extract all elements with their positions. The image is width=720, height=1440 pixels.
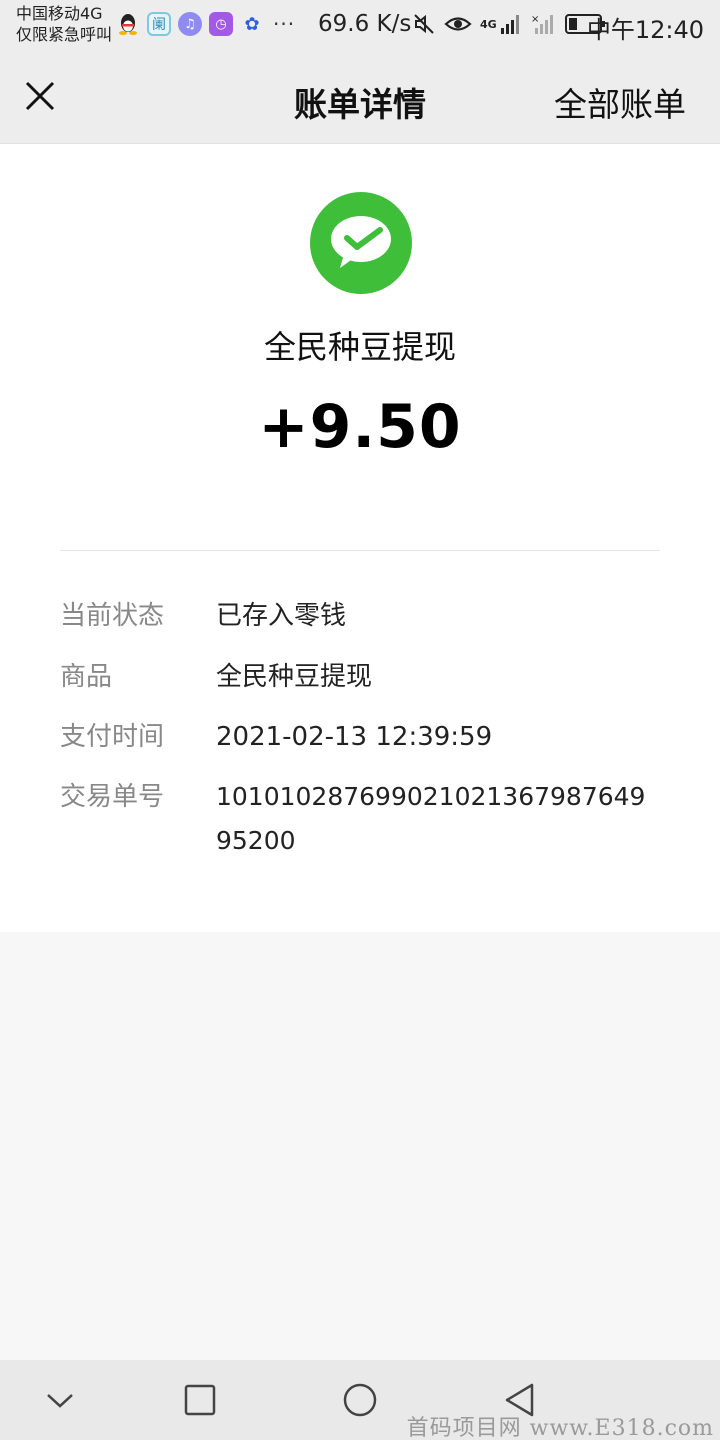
network-type-label: 4G: [480, 17, 497, 31]
carrier-status: 仅限紧急呼叫: [16, 25, 113, 44]
detail-value: 已存入零钱: [216, 601, 347, 631]
svg-text:×: ×: [531, 14, 539, 25]
more-notifications: ···: [273, 12, 296, 36]
recent-apps-button[interactable]: [180, 1380, 220, 1420]
bill-amount: +9.50: [258, 392, 462, 462]
baidu-icon: ✿: [244, 13, 260, 35]
detail-label: 商品: [60, 662, 113, 692]
hide-nav-button[interactable]: [40, 1380, 80, 1420]
eye-icon: [444, 17, 472, 31]
carrier-info: 中国移动4G 仅限紧急呼叫: [16, 3, 112, 45]
app-icon: 阑: [147, 12, 171, 36]
home-button[interactable]: [340, 1380, 380, 1420]
recent-apps-icon: [184, 1384, 216, 1416]
watermark: 首码项目网 www.E318.com: [406, 1416, 714, 1440]
chevron-down-icon: [47, 1394, 73, 1408]
mute-icon: [414, 14, 434, 34]
qq-icon: [116, 12, 140, 36]
system-status-icons: 4G ×: [412, 12, 607, 36]
detail-value: 2021-02-13 12:39:59: [216, 722, 493, 752]
all-bills-link[interactable]: 全部账单: [554, 78, 686, 126]
bill-card: 全民种豆提现 +9.50 当前状态 已存入零钱 商品 全民种豆提现 支付时间 2…: [0, 144, 720, 932]
status-bar: 中国移动4G 仅限紧急呼叫 阑 ♫ ◷ ✿ ··· 69.6 K/s 4G × …: [0, 0, 720, 50]
no-signal-icon: ×: [531, 14, 553, 34]
carrier-name: 中国移动4G: [16, 4, 103, 23]
signal-icon: [500, 15, 519, 34]
close-icon: [25, 81, 55, 111]
clock: 中午12:40: [586, 16, 704, 44]
close-button[interactable]: [22, 78, 58, 114]
bill-detail-screen: 中国移动4G 仅限紧急呼叫 阑 ♫ ◷ ✿ ··· 69.6 K/s 4G × …: [0, 0, 720, 1440]
notification-icons: 阑 ♫ ◷ ✿ ···: [116, 12, 295, 36]
nav-bar: 账单详情 全部账单: [0, 50, 720, 144]
wechat-pay-icon: [310, 192, 412, 294]
detail-label: 当前状态: [60, 601, 165, 631]
network-speed: 69.6 K/s: [318, 11, 412, 37]
detail-label: 支付时间: [60, 722, 165, 752]
clock-app-icon: ◷: [209, 12, 233, 36]
detail-label: 交易单号: [60, 782, 165, 812]
home-icon: [343, 1383, 377, 1417]
detail-value: 全民种豆提现: [216, 662, 373, 692]
divider: [60, 550, 660, 551]
music-icon: ♫: [178, 12, 202, 36]
merchant-name: 全民种豆提现: [263, 328, 456, 366]
transaction-id[interactable]: 10101028769902102136798764995200: [216, 775, 660, 863]
